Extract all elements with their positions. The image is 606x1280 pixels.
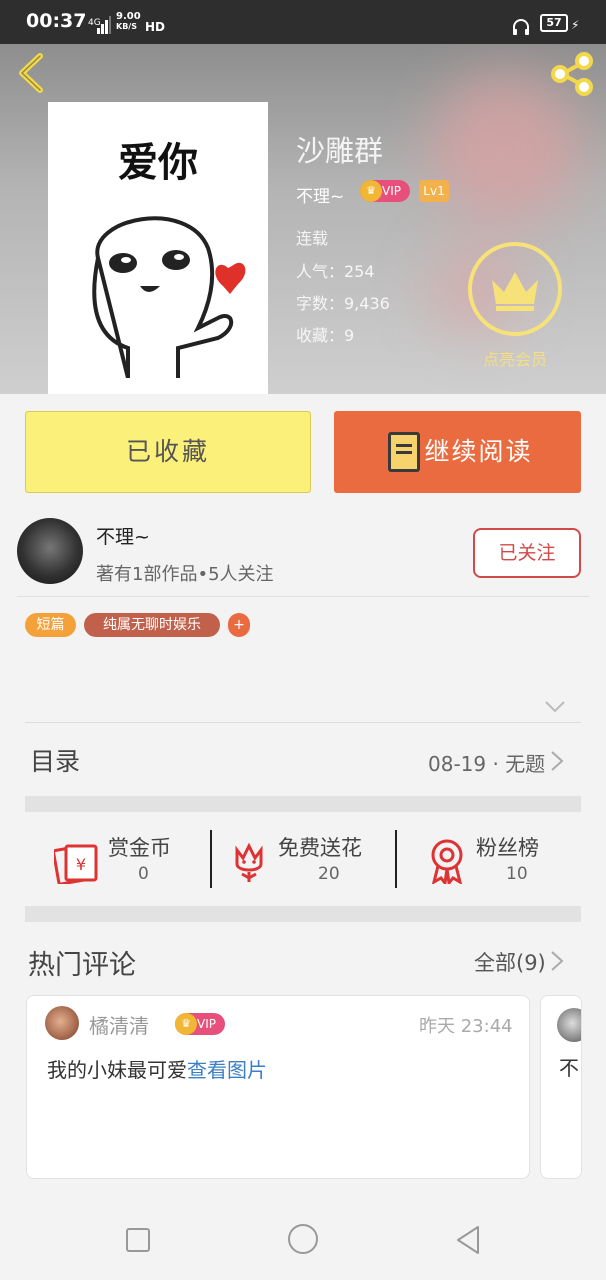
book-popularity: 人气：254 — [296, 262, 375, 281]
follow-button[interactable]: 已关注 — [473, 528, 581, 578]
vip-badge: ♛ VIP — [360, 180, 410, 202]
flower-value: 20 — [318, 864, 340, 884]
view-image-link[interactable]: 查看图片 — [187, 1058, 267, 1082]
comment-card[interactable]: 橘清清 ♛ VIP 昨天 23:44 我的小妹最可爱查看图片 — [26, 995, 530, 1179]
crown-icon: ♛ — [360, 180, 382, 202]
system-nav-bar — [0, 1200, 606, 1280]
clock: 00:37 — [26, 10, 87, 32]
cover-text: 爱你 — [118, 140, 198, 186]
share-icon[interactable] — [550, 52, 596, 96]
book-icon — [388, 432, 420, 472]
chevron-right-icon[interactable] — [550, 950, 564, 972]
coin-label: 赏金币 — [108, 836, 171, 860]
flower-icon — [235, 842, 263, 882]
book-title: 沙雕群 — [296, 134, 384, 168]
signal-icon — [97, 16, 111, 34]
tag-short[interactable]: 短篇 — [25, 613, 76, 637]
author-stats: 著有1部作品•5人关注 — [96, 564, 274, 585]
hd-indicator: HD — [145, 20, 166, 34]
nav-back-icon[interactable] — [454, 1224, 482, 1256]
member-label: 点亮会员 — [482, 350, 547, 369]
background-blur — [430, 74, 580, 224]
status-bar: 00:37 4G 9.00 KB/S HD 57 ⚡ — [0, 0, 606, 44]
add-tag-button[interactable]: + — [228, 613, 250, 637]
toc-label[interactable]: 目录 — [30, 742, 80, 778]
section-separator — [25, 796, 581, 812]
divider — [25, 722, 581, 723]
all-comments-link[interactable]: 全部(9) — [474, 947, 546, 977]
coin-value: 0 — [138, 864, 149, 884]
comment-card[interactable]: 不 — [540, 995, 582, 1179]
svg-text:¥: ¥ — [76, 855, 86, 874]
divider — [395, 830, 397, 888]
home-button[interactable] — [288, 1224, 318, 1254]
chevron-right-icon[interactable] — [550, 750, 564, 772]
commenter-name[interactable]: 橘清清 — [89, 1010, 149, 1039]
author-avatar[interactable] — [17, 518, 83, 584]
vip-badge: ♛ VIP — [175, 1013, 225, 1035]
crown-icon — [492, 272, 538, 311]
back-icon[interactable] — [14, 52, 48, 94]
comment-text: 我的小妹最可爱查看图片 — [47, 1058, 267, 1082]
commenter-avatar[interactable] — [557, 1008, 581, 1042]
level-badge: Lv1 — [419, 180, 449, 202]
network-speed: 9.00 KB/S — [116, 11, 141, 32]
headset-icon — [513, 19, 529, 35]
battery-icon: 57 — [540, 14, 568, 32]
chevron-down-icon[interactable] — [544, 700, 566, 714]
book-word-count: 字数：9,436 — [296, 294, 390, 313]
favorited-button[interactable]: 已收藏 — [25, 411, 311, 493]
book-favorites: 收藏：9 — [296, 326, 355, 345]
member-button[interactable] — [468, 242, 562, 336]
crown-icon: ♛ — [175, 1013, 197, 1035]
book-author[interactable]: 不理~ — [296, 182, 344, 207]
hot-comments-label: 热门评论 — [28, 950, 136, 981]
continue-reading-button[interactable]: 继续阅读 — [334, 411, 581, 493]
red-envelope-icon: ¥ — [54, 844, 98, 884]
fan-ranking-label: 粉丝榜 — [476, 836, 539, 860]
flower-label: 免费送花 — [278, 836, 362, 860]
section-separator — [25, 906, 581, 922]
fan-ranking-value: 10 — [506, 864, 528, 884]
comment-time: 昨天 23:44 — [419, 1016, 513, 1037]
tag-entertainment[interactable]: 纯属无聊时娱乐 — [84, 613, 220, 637]
divider — [210, 830, 212, 888]
cover-illustration — [92, 216, 246, 378]
book-cover[interactable]: 爱你 — [48, 102, 268, 394]
charging-icon: ⚡ — [571, 18, 580, 32]
latest-chapter[interactable]: 08-19 · 无题 — [428, 748, 545, 777]
commenter-avatar[interactable] — [45, 1006, 79, 1040]
divider — [17, 596, 589, 597]
book-status: 连载 — [296, 229, 329, 248]
comment-text: 不 — [559, 1056, 579, 1080]
recent-apps-button[interactable] — [126, 1228, 150, 1252]
medal-icon — [431, 839, 463, 884]
author-name[interactable]: 不理~ — [96, 522, 150, 549]
